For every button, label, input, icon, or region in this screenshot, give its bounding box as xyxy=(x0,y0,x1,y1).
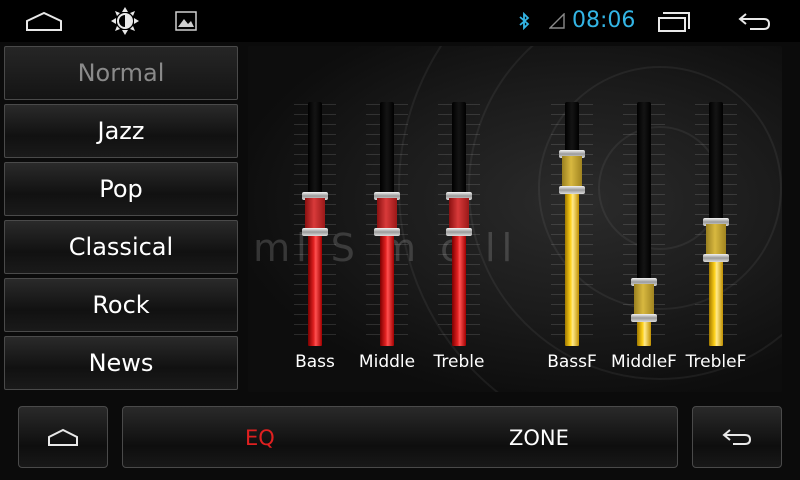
preset-label: Jazz xyxy=(97,117,145,145)
slider-treblef[interactable]: TrebleF xyxy=(681,46,751,392)
preset-label: Rock xyxy=(92,291,150,319)
preset-classical-button[interactable]: Classical xyxy=(4,220,238,274)
preset-pop-button[interactable]: Pop xyxy=(4,162,238,216)
slider-bassf[interactable]: BassF xyxy=(537,46,607,392)
brightness-icon[interactable] xyxy=(108,0,142,42)
status-bar: 08:06 xyxy=(0,0,800,42)
preset-news-button[interactable]: News xyxy=(4,336,238,390)
slider-knob[interactable] xyxy=(302,192,328,236)
preset-normal-button[interactable]: Normal xyxy=(4,46,238,100)
slider-treble[interactable]: Treble xyxy=(424,46,494,392)
slider-knob[interactable] xyxy=(446,192,472,236)
bottom-bar: EQ ZONE xyxy=(0,400,800,480)
slider-bass[interactable]: Bass xyxy=(280,46,350,392)
back-button[interactable] xyxy=(692,406,782,468)
preset-label: Classical xyxy=(68,233,174,261)
recent-apps-icon[interactable] xyxy=(654,0,694,42)
slider-label: Treble xyxy=(433,352,485,372)
slider-label: TrebleF xyxy=(685,352,747,372)
status-time: 08:06 xyxy=(572,8,636,33)
slider-knob[interactable] xyxy=(631,278,657,322)
home-outline-icon[interactable] xyxy=(22,0,66,42)
preset-jazz-button[interactable]: Jazz xyxy=(4,104,238,158)
gallery-icon[interactable] xyxy=(172,0,200,42)
bluetooth-icon xyxy=(514,0,534,42)
home-button[interactable] xyxy=(18,406,108,468)
tab-zone[interactable]: ZONE xyxy=(509,407,569,469)
back-arrow-icon xyxy=(722,429,752,445)
slider-knob[interactable] xyxy=(559,150,585,194)
back-arrow-icon[interactable] xyxy=(732,0,776,42)
tab-eq[interactable]: EQ xyxy=(245,407,275,469)
home-outline-icon xyxy=(48,428,78,446)
mode-tabs: EQ ZONE xyxy=(122,406,678,468)
slider-middle[interactable]: Middle xyxy=(352,46,422,392)
eq-panel: alaml S m c ll Bass Middle Treble BassF … xyxy=(248,46,782,392)
preset-label: Normal xyxy=(77,59,165,87)
slider-middlef[interactable]: MiddleF xyxy=(609,46,679,392)
slider-knob[interactable] xyxy=(374,192,400,236)
signal-icon xyxy=(546,0,568,42)
preset-label: Pop xyxy=(99,175,143,203)
slider-knob[interactable] xyxy=(703,218,729,262)
preset-label: News xyxy=(88,349,154,377)
preset-rock-button[interactable]: Rock xyxy=(4,278,238,332)
